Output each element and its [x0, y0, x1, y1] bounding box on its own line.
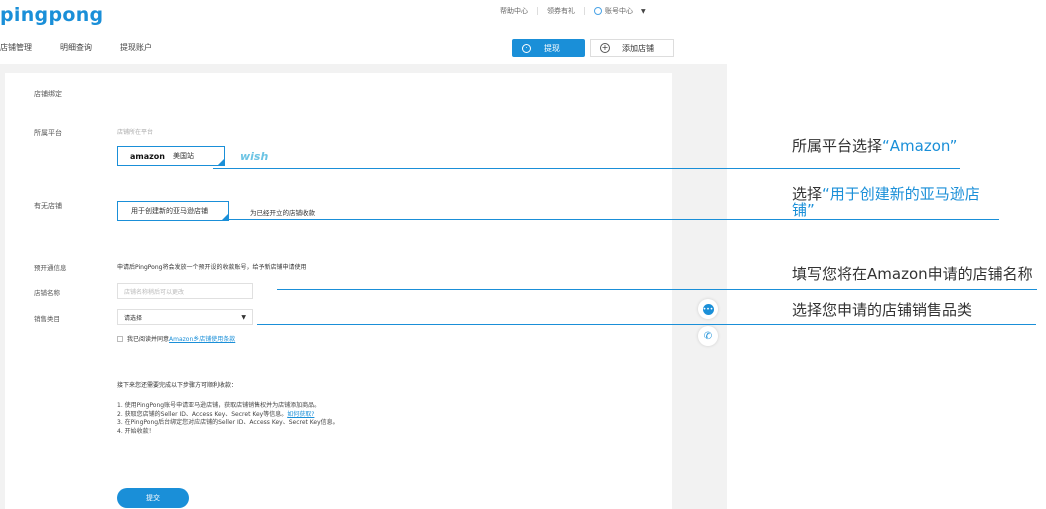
- category-label: 销售类目: [34, 315, 60, 323]
- annotation-line-1: [213, 168, 960, 169]
- section-title: 店铺绑定: [34, 90, 62, 98]
- store-option-existing[interactable]: 为已经开立的店铺收款: [250, 207, 315, 217]
- agree-text: 我已阅读并同意: [127, 336, 170, 343]
- annotation-line-3: [277, 289, 1037, 290]
- add-store-button-label: 添加店铺: [622, 43, 654, 53]
- annotation-category: 选择您申请的店铺销售品类: [792, 301, 973, 319]
- platform-hint: 店铺所在平台: [117, 129, 154, 136]
- terms-link[interactable]: Amazon乡店铺使用条款: [169, 334, 235, 343]
- annotation-platform: 所属平台选择“Amazon”: [792, 138, 957, 154]
- has-store-label: 有无店铺: [34, 202, 62, 210]
- preopen-label: 预开通信息: [34, 264, 67, 272]
- annotation-store-line2: 铺”: [792, 201, 815, 219]
- top-header: pingpong 帮助中心 领券有礼 账号中心 ▼ 店铺管理 明细查询 提现账户…: [0, 0, 700, 64]
- phone-icon: ✆: [703, 330, 713, 342]
- store-option-new-label: 用于创建新的亚马逊店铺: [131, 207, 208, 215]
- store-name-input[interactable]: 店铺名称稍后可以更改: [117, 283, 253, 299]
- annotation-store: 选择“用于创建新的亚马逊店 铺”: [792, 186, 980, 218]
- divider: [584, 7, 585, 15]
- chat-fab[interactable]: •••: [698, 299, 718, 319]
- chevron-down-icon: ▼: [241, 313, 246, 321]
- submit-button-label: 提交: [146, 494, 160, 502]
- step-item: 3. 在PingPong后台绑定您对应店铺的Seller ID、Access K…: [117, 419, 339, 427]
- nav-item-detail-query[interactable]: 明细查询: [60, 42, 92, 53]
- step-item: 4. 开始收款！: [117, 427, 155, 435]
- step-item-2: 2. 获取您店铺的Seller ID、Access Key、Secret Key…: [117, 411, 339, 420]
- chevron-down-icon[interactable]: ▼: [641, 8, 646, 15]
- help-center-link[interactable]: 帮助中心: [500, 6, 528, 16]
- platform-option-amazon[interactable]: amazon 美国站: [117, 146, 225, 166]
- nav-item-withdraw-account[interactable]: 提现账户: [120, 42, 152, 53]
- platform-label: 所属平台: [34, 129, 62, 137]
- steps-title: 接下来您还需要完成以下步骤方可顺利收款：: [117, 382, 238, 389]
- withdraw-button-label: 提现: [544, 43, 560, 53]
- coupon-link[interactable]: 领券有礼: [547, 6, 575, 16]
- pingpong-logo[interactable]: pingpong: [0, 4, 103, 26]
- how-to-get-link[interactable]: 如何获取?: [287, 411, 314, 418]
- divider: [537, 7, 538, 15]
- phone-fab[interactable]: ✆: [698, 326, 718, 346]
- annotation-store-highlight: “用于创建新的亚马逊店: [822, 185, 980, 203]
- category-select[interactable]: 请选择 ▼: [117, 309, 253, 325]
- submit-button[interactable]: 提交: [117, 488, 189, 508]
- annotation-platform-text: 所属平台选择: [792, 137, 883, 155]
- amazon-site-label: 美国站: [172, 152, 194, 160]
- steps-list: 1. 使用PingPong账号申请亚马逊店铺，获取店铺销售权并为店铺添加商品。 …: [117, 402, 339, 436]
- store-name-label: 店铺名称: [34, 289, 60, 297]
- store-name-placeholder: 店铺名称稍后可以更改: [124, 288, 185, 296]
- withdraw-button[interactable]: · 提现: [512, 39, 585, 57]
- step-item: 1. 使用PingPong账号申请亚马逊店铺，获取店铺销售权并为店铺添加商品。: [117, 402, 321, 409]
- category-select-value: 请选择: [124, 314, 143, 322]
- account-center-link[interactable]: 账号中心: [605, 6, 633, 16]
- selected-corner-icon: [218, 159, 224, 165]
- top-links: 帮助中心 领券有礼 账号中心 ▼: [500, 6, 646, 16]
- plus-icon: +: [600, 43, 610, 53]
- store-option-new[interactable]: 用于创建新的亚马逊店铺: [117, 201, 229, 221]
- agree-checkbox[interactable]: [117, 335, 123, 342]
- chat-icon: •••: [702, 303, 714, 315]
- annotation-line-4: [257, 324, 1036, 325]
- user-icon: [594, 7, 602, 15]
- preopen-text: 申请后PingPong将会发放一个预开设的收款账号，给予新店铺申请使用: [117, 264, 307, 271]
- add-store-button[interactable]: + 添加店铺: [590, 39, 674, 57]
- agree-checkbox-row: 我已阅读并同意 Amazon乡店铺使用条款: [117, 334, 235, 343]
- store-binding-panel: [5, 73, 672, 509]
- main-nav: 店铺管理 明细查询 提现账户: [0, 42, 180, 53]
- platform-option-wish[interactable]: wish: [240, 150, 268, 163]
- annotation-platform-highlight: “Amazon”: [882, 137, 958, 155]
- withdraw-icon: ·: [522, 43, 531, 53]
- step-item-text: 2. 获取您店铺的Seller ID、Access Key、Secret Key…: [117, 410, 288, 418]
- nav-item-store-management[interactable]: 店铺管理: [0, 42, 32, 53]
- annotation-line-2: [227, 219, 999, 220]
- amazon-logo: amazon: [130, 151, 165, 161]
- annotation-store-name: 填写您将在Amazon申请的店铺名称: [792, 265, 1033, 283]
